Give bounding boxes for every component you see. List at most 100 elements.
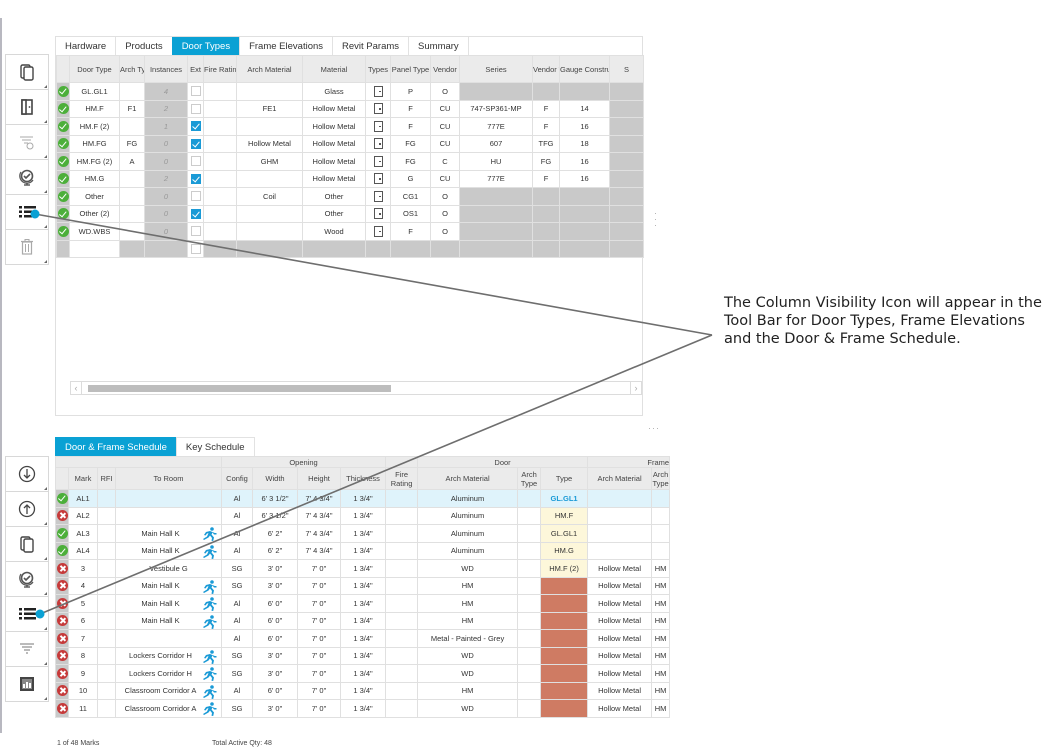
panel-type-cell[interactable]: FG — [390, 134, 431, 153]
schedule-row[interactable]: AL4 Main Hall K Al 6' 2" 7' 4 3/4" 1 3/4" Alum… — [55, 541, 671, 560]
schedule-row[interactable]: 11 Classroom Corridor A SG 3' 0" 7' 0" 1 3/4"… — [55, 699, 671, 718]
material-cell[interactable]: Hollow Metal — [302, 134, 366, 153]
frame-arch-type-cell[interactable]: HM — [651, 664, 671, 683]
vendor-cell[interactable]: O — [430, 204, 460, 223]
arch-type-cell[interactable]: F1 — [119, 99, 145, 118]
copy-button[interactable] — [5, 526, 49, 562]
door-type-cell[interactable]: Other — [69, 187, 120, 206]
thickness-cell[interactable]: 1 3/4" — [339, 611, 387, 630]
arch-material-cell[interactable] — [236, 204, 303, 223]
door-type-cell[interactable]: HM.G — [69, 169, 120, 188]
schedule-row[interactable]: 8 Lockers Corridor H SG 3' 0" 7' 0" 1 3/4" WD H… — [55, 646, 671, 665]
frame-arch-type-cell[interactable]: HM — [651, 576, 671, 595]
config-cell[interactable]: Al — [221, 524, 253, 543]
door-arch-material-cell[interactable]: WD — [417, 559, 519, 578]
door-arch-material-cell[interactable]: HM — [417, 611, 519, 630]
vertical-resize-handle[interactable]: · · · — [654, 209, 657, 230]
gauge-cell[interactable]: 18 — [559, 134, 610, 153]
config-cell[interactable]: Al — [221, 541, 253, 560]
to-room-cell[interactable]: Main Hall K — [115, 541, 222, 560]
door-type-cell[interactable] — [540, 629, 589, 648]
door-arch-type-cell[interactable] — [517, 559, 542, 578]
thickness-cell[interactable]: 1 3/4" — [339, 489, 387, 508]
door-arch-type-cell[interactable] — [517, 524, 542, 543]
vendor-cell[interactable]: O — [430, 187, 460, 206]
vendor-type-cell[interactable] — [532, 82, 560, 101]
door-arch-material-cell[interactable]: WD — [417, 664, 519, 683]
series-cell[interactable] — [459, 82, 533, 101]
vendor-type-cell[interactable]: F — [532, 169, 560, 188]
width-cell[interactable]: 6' 3 1/2" — [252, 506, 298, 525]
config-cell[interactable]: Al — [221, 611, 253, 630]
door-arch-type-cell[interactable] — [517, 699, 542, 718]
fire-rating-cell[interactable] — [203, 134, 237, 153]
clear-filter-button[interactable] — [5, 124, 49, 160]
tab-key-schedule[interactable]: Key Schedule — [175, 437, 255, 456]
material-cell[interactable]: Hollow Metal — [302, 99, 366, 118]
door-type-icon[interactable] — [373, 120, 383, 132]
mark-cell[interactable]: 11 — [68, 699, 98, 718]
column-header-to-room[interactable]: To Room — [115, 467, 222, 490]
door-type-cell[interactable]: HM.FG — [69, 134, 120, 153]
frame-arch-material-cell[interactable]: Hollow Metal — [587, 611, 653, 630]
column-header-width[interactable]: Width — [252, 467, 298, 490]
column-header-vendor-type[interactable]: Vendor Type — [532, 55, 560, 83]
schedule-row[interactable]: 7 Al 6' 0" 7' 0" 1 3/4" Metal - Painted - Gre… — [55, 629, 671, 648]
door-type-icon[interactable] — [373, 103, 383, 115]
panel-type-cell[interactable]: F — [390, 222, 431, 241]
fire-rating-cell[interactable] — [203, 82, 237, 101]
frame-arch-material-cell[interactable] — [587, 489, 653, 508]
gauge-cell[interactable] — [559, 82, 610, 101]
vendor-cell[interactable]: CU — [430, 99, 460, 118]
thickness-cell[interactable]: 1 3/4" — [339, 506, 387, 525]
thickness-cell[interactable]: 1 3/4" — [339, 664, 387, 683]
door-type-icon[interactable] — [373, 190, 383, 202]
config-cell[interactable]: Al — [221, 489, 253, 508]
frame-arch-type-cell[interactable]: HM — [651, 629, 671, 648]
door-type-cell[interactable]: GL.GL1 — [540, 489, 589, 508]
gauge-cell[interactable] — [559, 187, 610, 206]
mark-cell[interactable]: AL4 — [68, 541, 98, 560]
fire-rating-cell[interactable] — [385, 699, 419, 718]
series-cell[interactable]: 777E — [459, 169, 533, 188]
column-header-status[interactable] — [55, 467, 69, 490]
door-type-cell[interactable]: GL.GL1 — [540, 524, 589, 543]
door-type-cell[interactable]: WD.WBS — [69, 222, 120, 241]
frame-arch-material-cell[interactable]: Hollow Metal — [587, 576, 653, 595]
mark-cell[interactable]: 6 — [68, 611, 98, 630]
arch-type-cell[interactable]: A — [119, 152, 145, 171]
fire-rating-cell[interactable] — [203, 152, 237, 171]
to-room-cell[interactable]: Main Hall K — [115, 524, 222, 543]
series-cell[interactable] — [459, 222, 533, 241]
fire-rating-cell[interactable] — [385, 594, 419, 613]
rfi-cell[interactable] — [97, 646, 116, 665]
thickness-cell[interactable]: 1 3/4" — [339, 681, 387, 700]
door-type-cell[interactable]: HM.F — [69, 99, 120, 118]
vendor-cell[interactable]: CU — [430, 134, 460, 153]
door-type-icon[interactable] — [373, 173, 383, 185]
rfi-cell[interactable] — [97, 506, 116, 525]
rfi-cell[interactable] — [97, 699, 116, 718]
config-cell[interactable]: SG — [221, 664, 253, 683]
rfi-cell[interactable] — [97, 576, 116, 595]
gauge-cell[interactable]: 16 — [559, 152, 610, 171]
door-type-row[interactable]: Other 0 Coil Other CG1 O — [56, 187, 644, 206]
panel-type-cell[interactable]: FG — [390, 152, 431, 171]
fire-rating-cell[interactable] — [203, 117, 237, 136]
rfi-cell[interactable] — [97, 524, 116, 543]
material-cell[interactable]: Hollow Metal — [302, 169, 366, 188]
column-header-height[interactable]: Height — [297, 467, 341, 490]
arch-material-cell[interactable]: FE1 — [236, 99, 303, 118]
frame-arch-type-cell[interactable] — [651, 506, 671, 525]
mark-cell[interactable]: 7 — [68, 629, 98, 648]
ext-checkbox[interactable] — [190, 208, 201, 219]
column-header-ext[interactable]: Ext — [187, 55, 204, 83]
door-type-row[interactable]: HM.G 2 Hollow Metal G CU 777E F 16 — [56, 169, 644, 188]
width-cell[interactable]: 6' 0" — [252, 681, 298, 700]
door-arch-type-cell[interactable] — [517, 489, 542, 508]
width-cell[interactable]: 6' 3 1/2" — [252, 489, 298, 508]
fire-rating-cell[interactable] — [385, 506, 419, 525]
door-type-row[interactable]: HM.F (2) 1 Hollow Metal F CU 777E F 16 — [56, 117, 644, 136]
width-cell[interactable]: 6' 2" — [252, 541, 298, 560]
gauge-cell[interactable]: 16 — [559, 117, 610, 136]
